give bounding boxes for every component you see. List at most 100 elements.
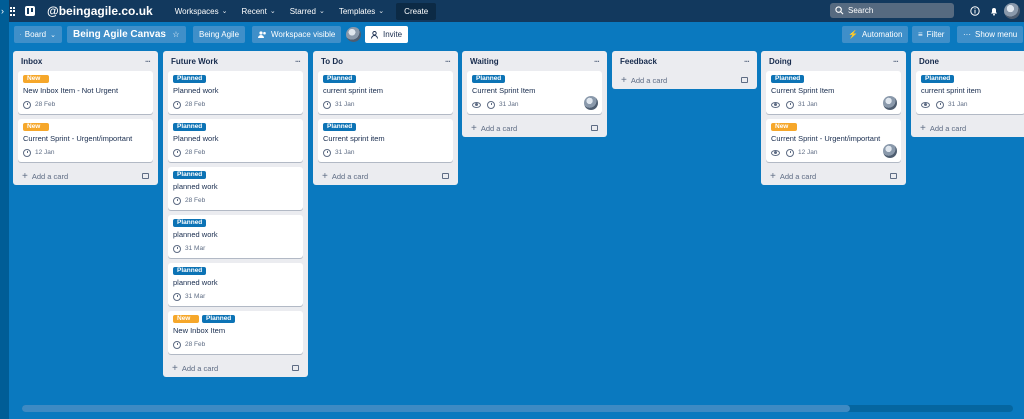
list-menu-icon[interactable]: ··· <box>744 57 750 66</box>
card[interactable]: New Current Sprint - Urgent/important 12… <box>766 119 901 162</box>
board-scrollbar[interactable] <box>22 405 1013 412</box>
add-card-button[interactable]: + Add a card <box>318 167 453 185</box>
card[interactable]: New New Inbox Item - Not Urgent 28 Feb <box>18 71 153 114</box>
label-planned: Planned <box>323 123 357 131</box>
chevron-right-icon[interactable]: › <box>1 6 4 16</box>
template-icon[interactable] <box>292 365 299 371</box>
add-card-button[interactable]: + Add a card <box>766 167 901 185</box>
label-planned: Planned <box>173 267 207 275</box>
due-date: 28 Feb <box>185 197 206 204</box>
list-title[interactable]: Feedback <box>620 57 657 66</box>
plus-icon: + <box>621 74 627 86</box>
list-title[interactable]: Future Work <box>171 57 218 66</box>
card[interactable]: New Current Sprint - Urgent/important 12… <box>18 119 153 162</box>
card[interactable]: Planned Planned work 28 Feb <box>168 71 303 114</box>
add-card-button[interactable]: + Add a card <box>168 359 303 377</box>
template-icon[interactable] <box>591 125 598 131</box>
workspace-brand[interactable]: @beingagile.co.uk <box>47 4 153 18</box>
menu-recent-label: Recent <box>241 6 267 16</box>
info-icon[interactable] <box>969 5 980 16</box>
search-input[interactable]: Search <box>830 3 954 18</box>
menu-templates[interactable]: Templates ⌄ <box>339 7 384 16</box>
add-card-button[interactable]: + Add a card <box>18 167 153 185</box>
list-inbox: Inbox ··· New New Inbox Item - Not Urgent… <box>13 51 158 185</box>
card-title: Planned work <box>173 86 219 95</box>
card-title: New Inbox Item - Not Urgent <box>23 86 119 95</box>
list-title[interactable]: Waiting <box>470 57 499 66</box>
sidebar-collapsed-strip[interactable]: › <box>0 0 9 419</box>
board-view-label: Board <box>24 30 47 39</box>
board-title[interactable]: Being Agile Canvas <box>67 26 172 43</box>
invite-button[interactable]: Invite <box>365 26 409 43</box>
card[interactable]: Planned Planned work 28 Feb <box>168 119 303 162</box>
label-planned: Planned <box>472 75 506 83</box>
board-header: Board ⌄ Being Agile Canvas ☆ Being Agile… <box>0 22 1024 47</box>
menu-workspaces[interactable]: Workspaces ⌄ <box>175 7 228 16</box>
member-avatar[interactable] <box>346 27 361 42</box>
list-menu-icon[interactable]: ··· <box>594 57 600 66</box>
template-icon[interactable] <box>442 173 449 179</box>
automation-button[interactable]: ⚡ Automation <box>842 26 909 43</box>
filter-button[interactable]: ≡ Filter <box>912 26 951 43</box>
add-card-button[interactable]: + Add a card <box>617 71 752 89</box>
list-menu-icon[interactable]: ··· <box>145 57 151 66</box>
card[interactable]: Planned Current Sprint Item 31 Jan <box>467 71 602 114</box>
menu-workspaces-label: Workspaces <box>174 6 219 16</box>
card-title: New Inbox Item <box>173 326 226 335</box>
card[interactable]: Planned current sprint item 31 Jan <box>916 71 1024 114</box>
due-date: 31 Jan <box>499 101 519 108</box>
clock-icon <box>173 244 181 253</box>
create-button[interactable]: Create <box>396 2 437 20</box>
watch-icon <box>472 101 481 108</box>
due-date: 28 Feb <box>185 149 206 156</box>
add-card-button[interactable]: + Add a card <box>467 119 602 137</box>
card-member-avatar[interactable] <box>883 96 897 110</box>
card-member-avatar[interactable] <box>584 96 598 110</box>
card[interactable]: Planned Current Sprint Item 31 Jan <box>766 71 901 114</box>
label-planned: Planned <box>771 75 805 83</box>
visibility-button[interactable]: Workspace visible <box>252 26 342 43</box>
template-icon[interactable] <box>890 173 897 179</box>
user-avatar[interactable] <box>1004 3 1020 19</box>
show-menu-button[interactable]: ··· Show menu <box>957 26 1024 43</box>
chevron-down-icon: ⌄ <box>221 8 228 15</box>
workspace-button[interactable]: Being Agile <box>193 26 246 43</box>
star-button[interactable]: ☆ <box>166 26 186 43</box>
add-card-label: Add a card <box>779 171 817 181</box>
chevron-down-icon: ⌄ <box>378 8 385 15</box>
label-planned: Planned <box>202 315 236 323</box>
list-menu-icon[interactable]: ··· <box>295 57 301 66</box>
clock-icon <box>23 100 31 109</box>
list-title[interactable]: Done <box>919 57 939 66</box>
bell-icon[interactable] <box>988 5 999 16</box>
list-title[interactable]: Doing <box>769 57 792 66</box>
list-menu-icon[interactable]: ··· <box>893 57 899 66</box>
watch-icon <box>771 149 780 156</box>
card-member-avatar[interactable] <box>883 144 897 158</box>
board-view-switcher[interactable]: Board ⌄ <box>14 26 62 43</box>
template-icon[interactable] <box>741 77 748 83</box>
card-title: Planned work <box>173 134 219 143</box>
list-waiting: Waiting ··· Planned Current Sprint Item 3… <box>462 51 607 137</box>
trello-logo-icon[interactable] <box>25 6 35 16</box>
list-title[interactable]: To Do <box>321 57 343 66</box>
plus-icon: + <box>322 170 328 182</box>
add-card-button[interactable]: + Add a card <box>916 119 1019 137</box>
list-title[interactable]: Inbox <box>21 57 42 66</box>
menu-starred[interactable]: Starred ⌄ <box>290 7 325 16</box>
template-icon[interactable] <box>142 173 149 179</box>
clock-icon <box>173 292 181 301</box>
list-menu-icon[interactable]: ··· <box>445 57 451 66</box>
card[interactable]: Planned Current sprint item 31 Jan <box>318 119 453 162</box>
top-navigation-bar: @beingagile.co.uk Workspaces ⌄ Recent ⌄ St… <box>0 0 1024 22</box>
menu-recent[interactable]: Recent ⌄ <box>241 7 275 16</box>
card[interactable]: New Planned New Inbox Item 28 Feb <box>168 311 303 354</box>
card[interactable]: Planned current sprint item 31 Jan <box>318 71 453 114</box>
chevron-down-icon: ⌄ <box>50 31 56 39</box>
label-planned: Planned <box>173 123 207 131</box>
scrollbar-thumb[interactable] <box>22 405 850 412</box>
card[interactable]: Planned planned work 28 Feb <box>168 167 303 210</box>
label-new: New <box>173 315 199 323</box>
card[interactable]: Planned planned work 31 Mar <box>168 215 303 258</box>
card[interactable]: Planned planned work 31 Mar <box>168 263 303 306</box>
